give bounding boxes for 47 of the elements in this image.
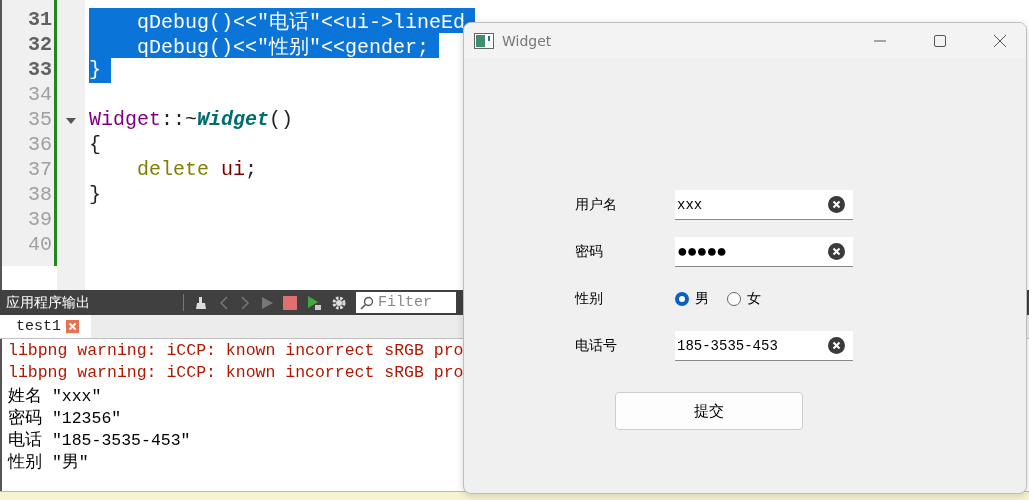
line-number: 37 [27,158,53,183]
line-number: 34 [27,83,53,108]
line-number: 39 [27,208,53,233]
field-label: 密码 [575,243,604,261]
submit-button[interactable]: 提交 [615,392,803,430]
code-line: } [89,183,101,208]
line-number: 31 [27,8,53,33]
run-debug-icon[interactable] [306,294,322,311]
window-title: Widget [502,33,552,49]
filter-field[interactable]: Filter [356,292,456,313]
line-number: 35 [27,108,53,133]
close-icon[interactable] [66,320,79,333]
radio-button[interactable]: 男 [675,290,709,308]
output-line: 性别 "男" [8,452,89,473]
output-line: libpng warning: iCCP: known incorrect sRGB pro [8,363,464,384]
close-icon[interactable] [993,34,1007,48]
search-icon [360,296,374,310]
maximize-icon[interactable] [933,34,947,48]
output-line: 姓名 "xxx" [8,386,102,407]
field-label: 用户名 [575,196,618,214]
line-number: 32 [27,33,53,58]
radio-button[interactable]: 女 [727,290,761,308]
clear-icon[interactable] [828,243,845,260]
code-line: { [89,133,101,158]
line-number: 36 [27,133,53,158]
field-label: 电话号 [575,337,618,355]
line-number: 40 [27,233,53,258]
clear-icon[interactable] [828,196,845,213]
input-field[interactable]: xxx [675,190,853,220]
clear-icon[interactable] [828,337,845,354]
output-line: 电话 "185-3535-453" [8,430,191,451]
code-line: delete ui; [136,158,258,183]
app-icon [474,33,494,49]
stop-icon[interactable] [283,295,297,310]
code-line: Widget::~Widget() [89,108,294,133]
password-field[interactable]: ●●●●● [675,237,853,267]
settings-icon[interactable] [331,294,347,311]
output-tab[interactable]: test1 [0,315,91,338]
fold-arrow-icon[interactable] [66,117,76,124]
field-label: 性别 [575,290,604,308]
line-number: 33 [27,58,53,83]
broom-icon[interactable] [193,294,209,311]
line-number: 38 [27,183,53,208]
pane-title: 应用程序输出 [6,293,91,312]
output-line: 密码 "12356" [8,407,122,429]
output-line: libpng warning: iCCP: known incorrect sRGB pro [8,341,464,362]
input-field[interactable]: 185-3535-453 [675,331,853,361]
